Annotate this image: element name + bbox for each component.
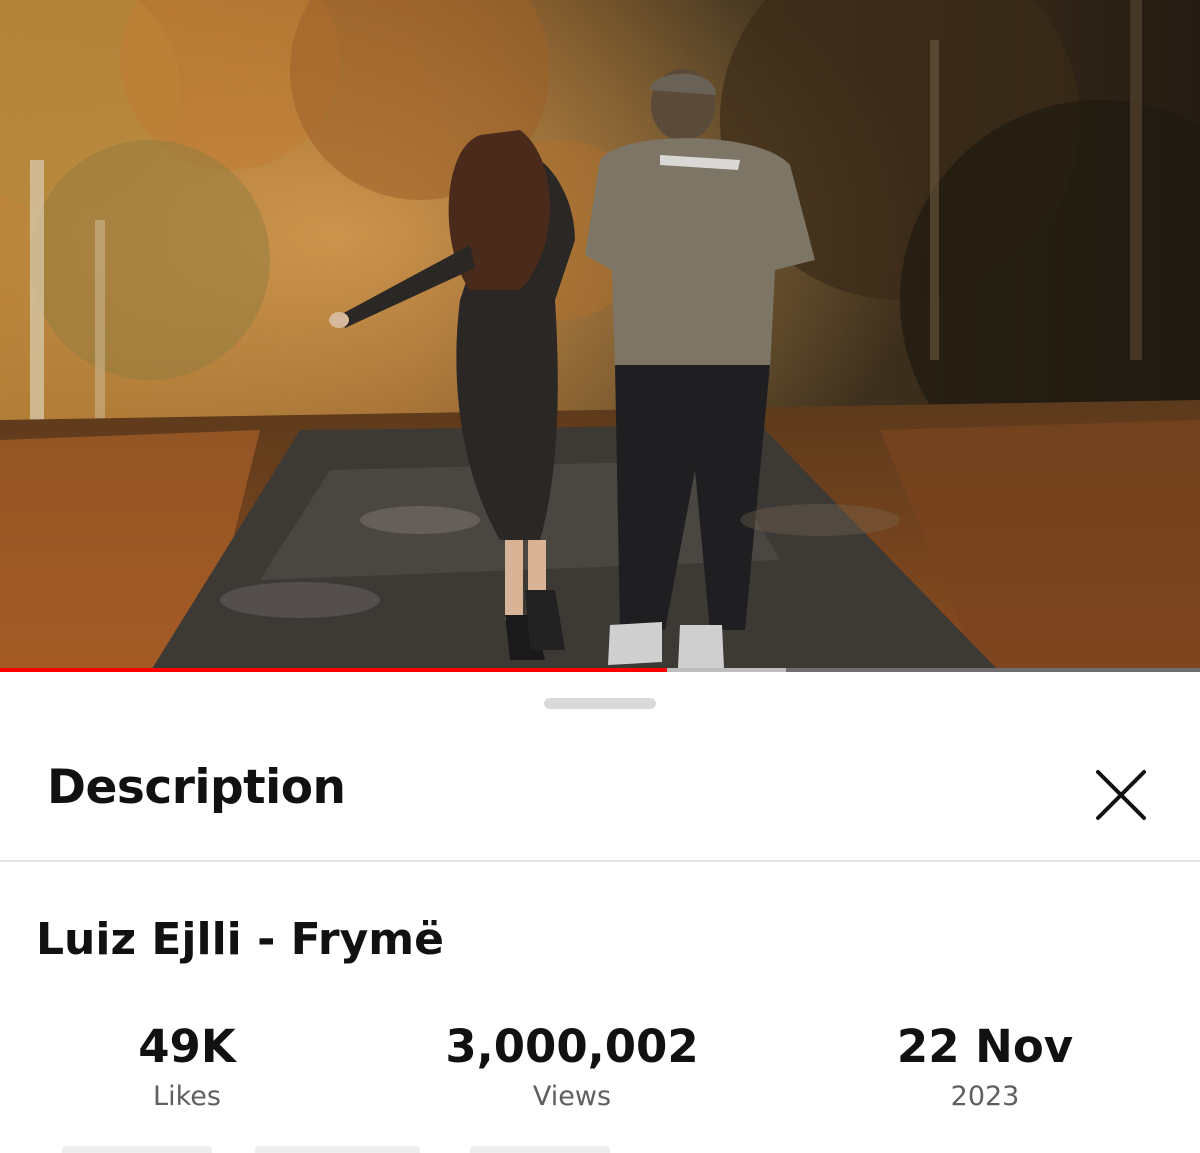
upload-date: 22 Nov xyxy=(896,1020,1074,1073)
views-count: 3,000,002 xyxy=(445,1020,699,1073)
description-sheet: Description Luiz Ejlli - Frymë 49K Likes… xyxy=(0,676,1200,1153)
video-player[interactable] xyxy=(0,0,1200,672)
views-stat: 3,000,002 Views xyxy=(422,1024,722,1110)
close-icon xyxy=(1096,770,1146,820)
likes-count: 49K xyxy=(138,1020,236,1073)
video-frame-image xyxy=(0,0,1200,672)
progress-played xyxy=(0,668,668,672)
video-progress-bar[interactable] xyxy=(0,668,1200,672)
views-label: Views xyxy=(532,1081,612,1112)
drag-handle[interactable] xyxy=(544,698,656,709)
divider xyxy=(0,860,1200,862)
tag-chip[interactable] xyxy=(255,1146,420,1153)
tag-chip[interactable] xyxy=(470,1146,610,1153)
likes-label: Likes xyxy=(153,1081,221,1112)
upload-date-stat: 22 Nov 2023 xyxy=(855,1024,1115,1110)
video-title: Luiz Ejlli - Frymë xyxy=(36,914,444,965)
close-button[interactable] xyxy=(1088,762,1154,828)
tag-chips-row xyxy=(0,1146,1200,1153)
tag-chip[interactable] xyxy=(62,1146,212,1153)
sheet-title: Description xyxy=(47,760,346,815)
upload-year: 2023 xyxy=(950,1081,1020,1112)
likes-stat: 49K Likes xyxy=(87,1024,287,1110)
